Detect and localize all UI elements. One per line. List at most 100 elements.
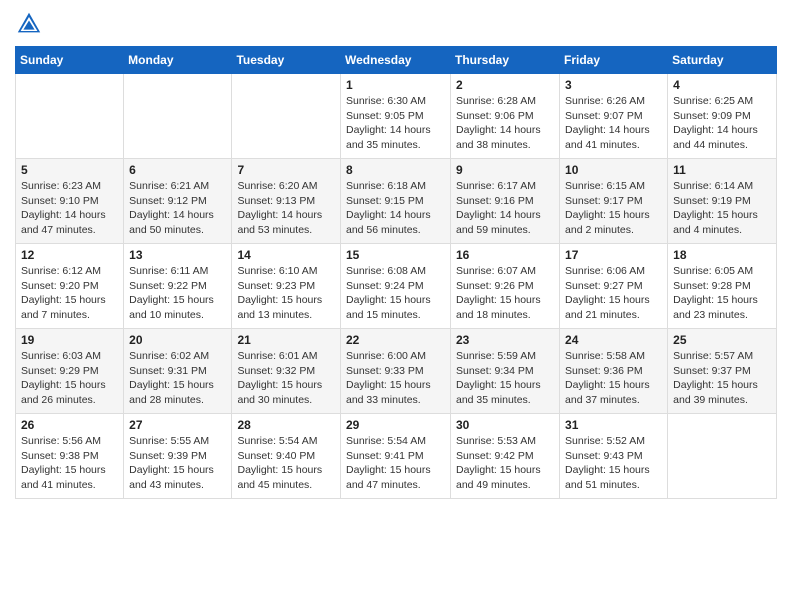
day-number: 7 (237, 163, 335, 177)
calendar-cell: 2 Sunrise: 6:28 AMSunset: 9:06 PMDaylight… (451, 74, 560, 159)
day-info: Sunrise: 6:00 AMSunset: 9:33 PMDaylight:… (346, 349, 445, 408)
calendar-cell: 3Sunrise: 6:26 AMSunset: 9:07 PMDaylight… (560, 74, 668, 159)
day-info: Sunrise: 6:10 AMSunset: 9:23 PMDaylight:… (237, 264, 335, 323)
day-number: 25 (673, 333, 771, 347)
day-number: 15 (346, 248, 445, 262)
day-info: Sunrise: 6:12 AMSunset: 9:20 PMDaylight:… (21, 264, 118, 323)
calendar-cell: 20 Sunrise: 6:02 AMSunset: 9:31 PMDayligh… (124, 329, 232, 414)
day-info: Sunrise: 5:54 AMSunset: 9:41 PMDaylight:… (346, 434, 445, 493)
day-header-sunday: Sunday (16, 47, 124, 74)
day-number: 26 (21, 418, 118, 432)
day-info: Sunrise: 5:56 AMSunset: 9:38 PMDaylight:… (21, 434, 118, 493)
day-number: 17 (565, 248, 662, 262)
calendar-cell: 5 Sunrise: 6:23 AMSunset: 9:10 PMDaylight… (16, 159, 124, 244)
day-info: Sunrise: 6:15 AMSunset: 9:17 PMDaylight:… (565, 179, 662, 238)
calendar-cell: 25 Sunrise: 5:57 AMSunset: 9:37 PMDayligh… (668, 329, 777, 414)
calendar-cell: 26 Sunrise: 5:56 AMSunset: 9:38 PMDayligh… (16, 414, 124, 499)
day-number: 20 (129, 333, 226, 347)
day-header-friday: Friday (560, 47, 668, 74)
day-number: 11 (673, 163, 771, 177)
calendar-cell (668, 414, 777, 499)
day-info: Sunrise: 6:20 AMSunset: 9:13 PMDaylight:… (237, 179, 335, 238)
day-number: 14 (237, 248, 335, 262)
day-info: Sunrise: 6:06 AMSunset: 9:27 PMDaylight:… (565, 264, 662, 323)
day-info: Sunrise: 5:52 AMSunset: 9:43 PMDaylight:… (565, 434, 662, 493)
calendar-cell (124, 74, 232, 159)
calendar-cell: 1 Sunrise: 6:30 AMSunset: 9:05 PMDaylight… (341, 74, 451, 159)
day-info: Sunrise: 6:30 AMSunset: 9:05 PMDaylight:… (346, 94, 445, 153)
day-header-wednesday: Wednesday (341, 47, 451, 74)
calendar-cell: 9Sunrise: 6:17 AMSunset: 9:16 PMDaylight… (451, 159, 560, 244)
calendar-cell: 22 Sunrise: 6:00 AMSunset: 9:33 PMDayligh… (341, 329, 451, 414)
day-header-monday: Monday (124, 47, 232, 74)
calendar-cell (16, 74, 124, 159)
calendar-week-row: 19 Sunrise: 6:03 AMSunset: 9:29 PMDayligh… (16, 329, 777, 414)
day-number: 5 (21, 163, 118, 177)
calendar-cell: 31 Sunrise: 5:52 AMSunset: 9:43 PMDayligh… (560, 414, 668, 499)
day-number: 13 (129, 248, 226, 262)
day-info: Sunrise: 6:17 AMSunset: 9:16 PMDaylight:… (456, 179, 554, 238)
day-info: Sunrise: 6:07 AMSunset: 9:26 PMDaylight:… (456, 264, 554, 323)
day-info: Sunrise: 6:21 AMSunset: 9:12 PMDaylight:… (129, 179, 226, 238)
day-number: 24 (565, 333, 662, 347)
calendar-cell: 24 Sunrise: 5:58 AMSunset: 9:36 PMDayligh… (560, 329, 668, 414)
day-number: 28 (237, 418, 335, 432)
calendar-cell: 18 Sunrise: 6:05 AMSunset: 9:28 PMDayligh… (668, 244, 777, 329)
day-info: Sunrise: 6:05 AMSunset: 9:28 PMDaylight:… (673, 264, 771, 323)
day-info: Sunrise: 5:59 AMSunset: 9:34 PMDaylight:… (456, 349, 554, 408)
calendar-cell: 12Sunrise: 6:12 AMSunset: 9:20 PMDayligh… (16, 244, 124, 329)
day-info: Sunrise: 6:11 AMSunset: 9:22 PMDaylight:… (129, 264, 226, 323)
calendar-cell: 19 Sunrise: 6:03 AMSunset: 9:29 PMDayligh… (16, 329, 124, 414)
day-number: 30 (456, 418, 554, 432)
day-number: 23 (456, 333, 554, 347)
calendar-cell: 13 Sunrise: 6:11 AMSunset: 9:22 PMDayligh… (124, 244, 232, 329)
calendar-cell: 14 Sunrise: 6:10 AMSunset: 9:23 PMDayligh… (232, 244, 341, 329)
day-number: 21 (237, 333, 335, 347)
calendar-table: SundayMondayTuesdayWednesdayThursdayFrid… (15, 46, 777, 499)
header (15, 10, 777, 38)
calendar-header-row: SundayMondayTuesdayWednesdayThursdayFrid… (16, 47, 777, 74)
calendar-cell: 8Sunrise: 6:18 AMSunset: 9:15 PMDaylight… (341, 159, 451, 244)
day-number: 1 (346, 78, 445, 92)
day-info: Sunrise: 6:28 AMSunset: 9:06 PMDaylight:… (456, 94, 554, 153)
day-info: Sunrise: 5:54 AMSunset: 9:40 PMDaylight:… (237, 434, 335, 493)
day-number: 3 (565, 78, 662, 92)
day-info: Sunrise: 6:14 AMSunset: 9:19 PMDaylight:… (673, 179, 771, 238)
calendar-cell: 30Sunrise: 5:53 AMSunset: 9:42 PMDayligh… (451, 414, 560, 499)
day-header-tuesday: Tuesday (232, 47, 341, 74)
day-info: Sunrise: 5:58 AMSunset: 9:36 PMDaylight:… (565, 349, 662, 408)
day-info: Sunrise: 6:08 AMSunset: 9:24 PMDaylight:… (346, 264, 445, 323)
calendar-cell: 23 Sunrise: 5:59 AMSunset: 9:34 PMDayligh… (451, 329, 560, 414)
day-info: Sunrise: 6:23 AMSunset: 9:10 PMDaylight:… (21, 179, 118, 238)
calendar-cell: 28 Sunrise: 5:54 AMSunset: 9:40 PMDayligh… (232, 414, 341, 499)
day-info: Sunrise: 5:55 AMSunset: 9:39 PMDaylight:… (129, 434, 226, 493)
day-number: 27 (129, 418, 226, 432)
day-number: 18 (673, 248, 771, 262)
calendar-cell: 7 Sunrise: 6:20 AMSunset: 9:13 PMDaylight… (232, 159, 341, 244)
calendar-cell: 10 Sunrise: 6:15 AMSunset: 9:17 PMDayligh… (560, 159, 668, 244)
calendar-cell (232, 74, 341, 159)
calendar-cell: 27 Sunrise: 5:55 AMSunset: 9:39 PMDayligh… (124, 414, 232, 499)
day-number: 10 (565, 163, 662, 177)
day-number: 16 (456, 248, 554, 262)
calendar-cell: 17 Sunrise: 6:06 AMSunset: 9:27 PMDayligh… (560, 244, 668, 329)
calendar-week-row: 12Sunrise: 6:12 AMSunset: 9:20 PMDayligh… (16, 244, 777, 329)
day-number: 2 (456, 78, 554, 92)
day-number: 4 (673, 78, 771, 92)
day-header-saturday: Saturday (668, 47, 777, 74)
page: SundayMondayTuesdayWednesdayThursdayFrid… (0, 0, 792, 612)
calendar-week-row: 1 Sunrise: 6:30 AMSunset: 9:05 PMDaylight… (16, 74, 777, 159)
calendar-week-row: 26 Sunrise: 5:56 AMSunset: 9:38 PMDayligh… (16, 414, 777, 499)
day-info: Sunrise: 6:03 AMSunset: 9:29 PMDaylight:… (21, 349, 118, 408)
day-number: 22 (346, 333, 445, 347)
day-header-thursday: Thursday (451, 47, 560, 74)
day-number: 31 (565, 418, 662, 432)
calendar-cell: 4Sunrise: 6:25 AMSunset: 9:09 PMDaylight… (668, 74, 777, 159)
day-info: Sunrise: 6:01 AMSunset: 9:32 PMDaylight:… (237, 349, 335, 408)
calendar-cell: 15 Sunrise: 6:08 AMSunset: 9:24 PMDayligh… (341, 244, 451, 329)
calendar-cell: 16 Sunrise: 6:07 AMSunset: 9:26 PMDayligh… (451, 244, 560, 329)
calendar-cell: 11 Sunrise: 6:14 AMSunset: 9:19 PMDayligh… (668, 159, 777, 244)
day-number: 19 (21, 333, 118, 347)
day-info: Sunrise: 5:57 AMSunset: 9:37 PMDaylight:… (673, 349, 771, 408)
day-info: Sunrise: 6:02 AMSunset: 9:31 PMDaylight:… (129, 349, 226, 408)
